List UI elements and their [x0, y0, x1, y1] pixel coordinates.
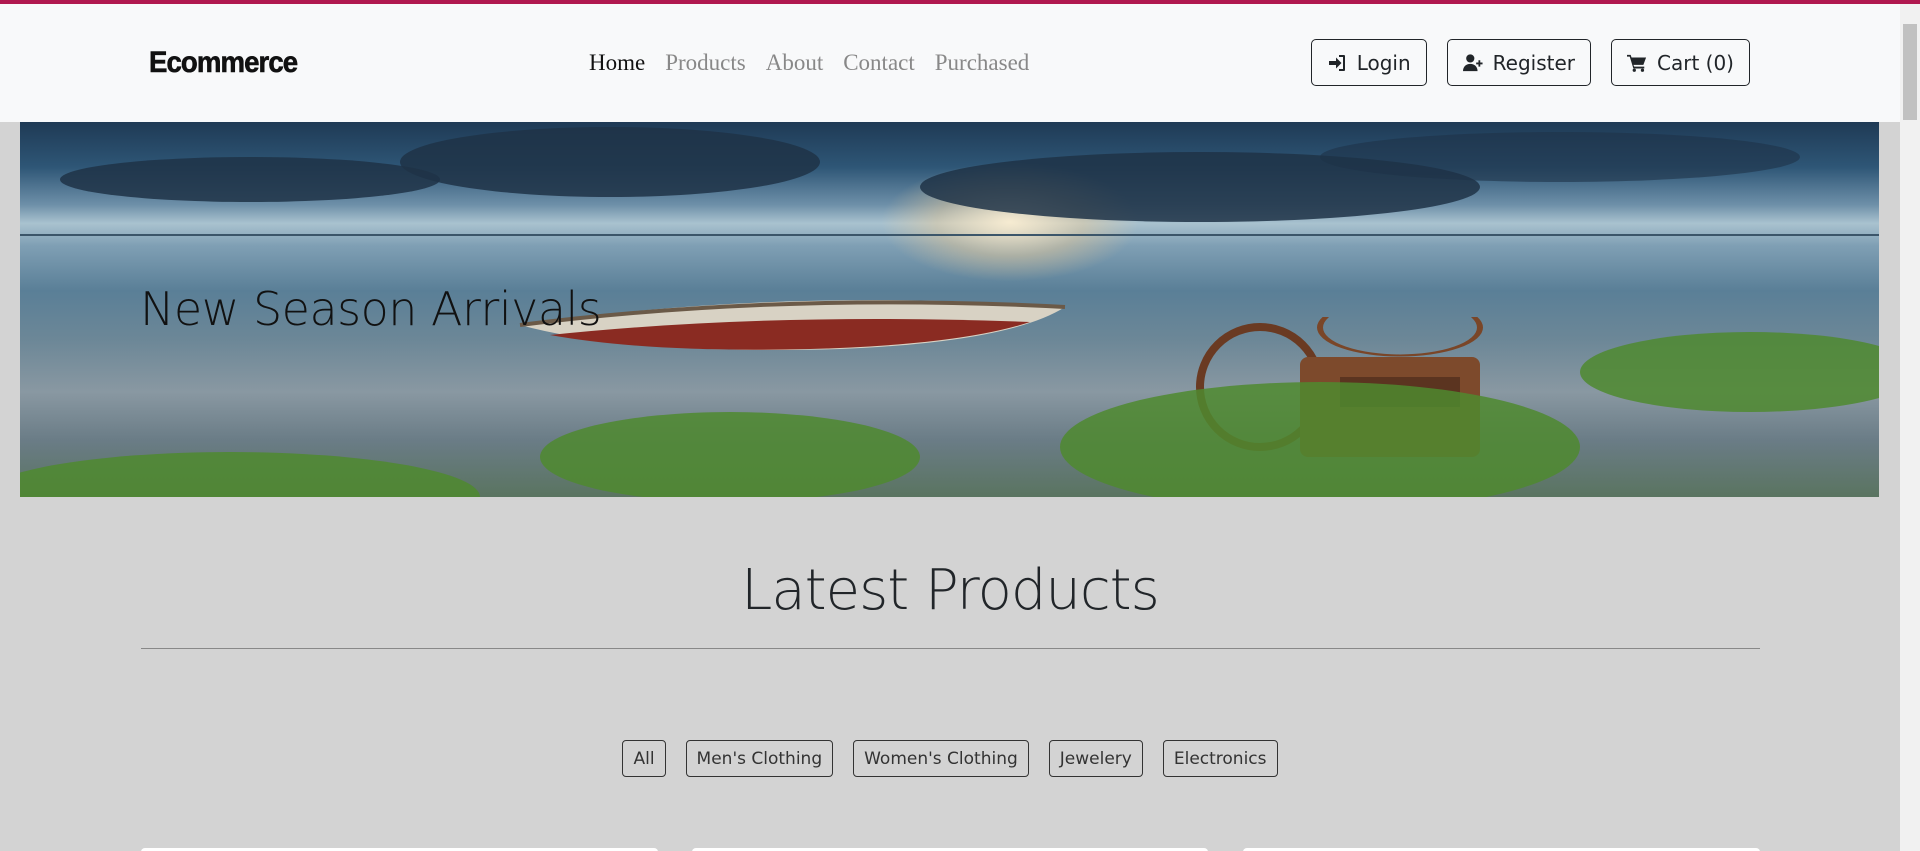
nav-links: Home Products About Contact Purchased — [589, 50, 1029, 76]
register-button[interactable]: Register — [1446, 39, 1592, 86]
login-button[interactable]: Login — [1310, 39, 1427, 86]
nav-actions: Login Register Cart (0) — [1310, 39, 1750, 86]
page-scrollbar[interactable] — [1900, 4, 1920, 851]
sign-in-icon — [1328, 54, 1345, 71]
filter-mens-clothing-button[interactable]: Men's Clothing — [685, 740, 834, 777]
navbar: Ecommerce Home Products About Contact Pu… — [0, 4, 1900, 122]
scrollbar-thumb[interactable] — [1903, 24, 1917, 120]
register-label: Register — [1492, 50, 1576, 75]
login-label: Login — [1356, 50, 1411, 75]
cart-button[interactable]: Cart (0) — [1611, 39, 1750, 86]
grass-patch — [540, 412, 920, 497]
nav-link-products[interactable]: Products — [665, 50, 746, 76]
nav-link-about[interactable]: About — [766, 50, 824, 76]
section-divider — [141, 648, 1760, 649]
hero-banner: New Season Arrivals — [20, 122, 1879, 497]
cart-label: Cart (0) — [1657, 50, 1734, 75]
section-title: Latest Products — [741, 558, 1160, 623]
horizon-line — [20, 234, 1879, 236]
cart-icon — [1627, 54, 1647, 72]
filter-jewelery-button[interactable]: Jewelery — [1048, 740, 1143, 777]
hero-title: New Season Arrivals — [140, 282, 602, 336]
user-plus-icon — [1462, 53, 1483, 71]
brand-logo[interactable]: Ecommerce — [149, 46, 299, 80]
filter-womens-clothing-button[interactable]: Women's Clothing — [853, 740, 1029, 777]
grass-patch — [1580, 332, 1879, 412]
cloud — [60, 157, 440, 202]
cloud — [400, 127, 820, 197]
cloud — [1320, 132, 1800, 182]
filter-electronics-button[interactable]: Electronics — [1162, 740, 1278, 777]
nav-link-home[interactable]: Home — [589, 50, 645, 76]
grass-patch — [20, 452, 480, 497]
filter-all-button[interactable]: All — [622, 740, 666, 777]
nav-link-contact[interactable]: Contact — [843, 50, 915, 76]
nav-link-purchased[interactable]: Purchased — [935, 50, 1030, 76]
category-filters: All Men's Clothing Women's Clothing Jewe… — [0, 740, 1900, 777]
